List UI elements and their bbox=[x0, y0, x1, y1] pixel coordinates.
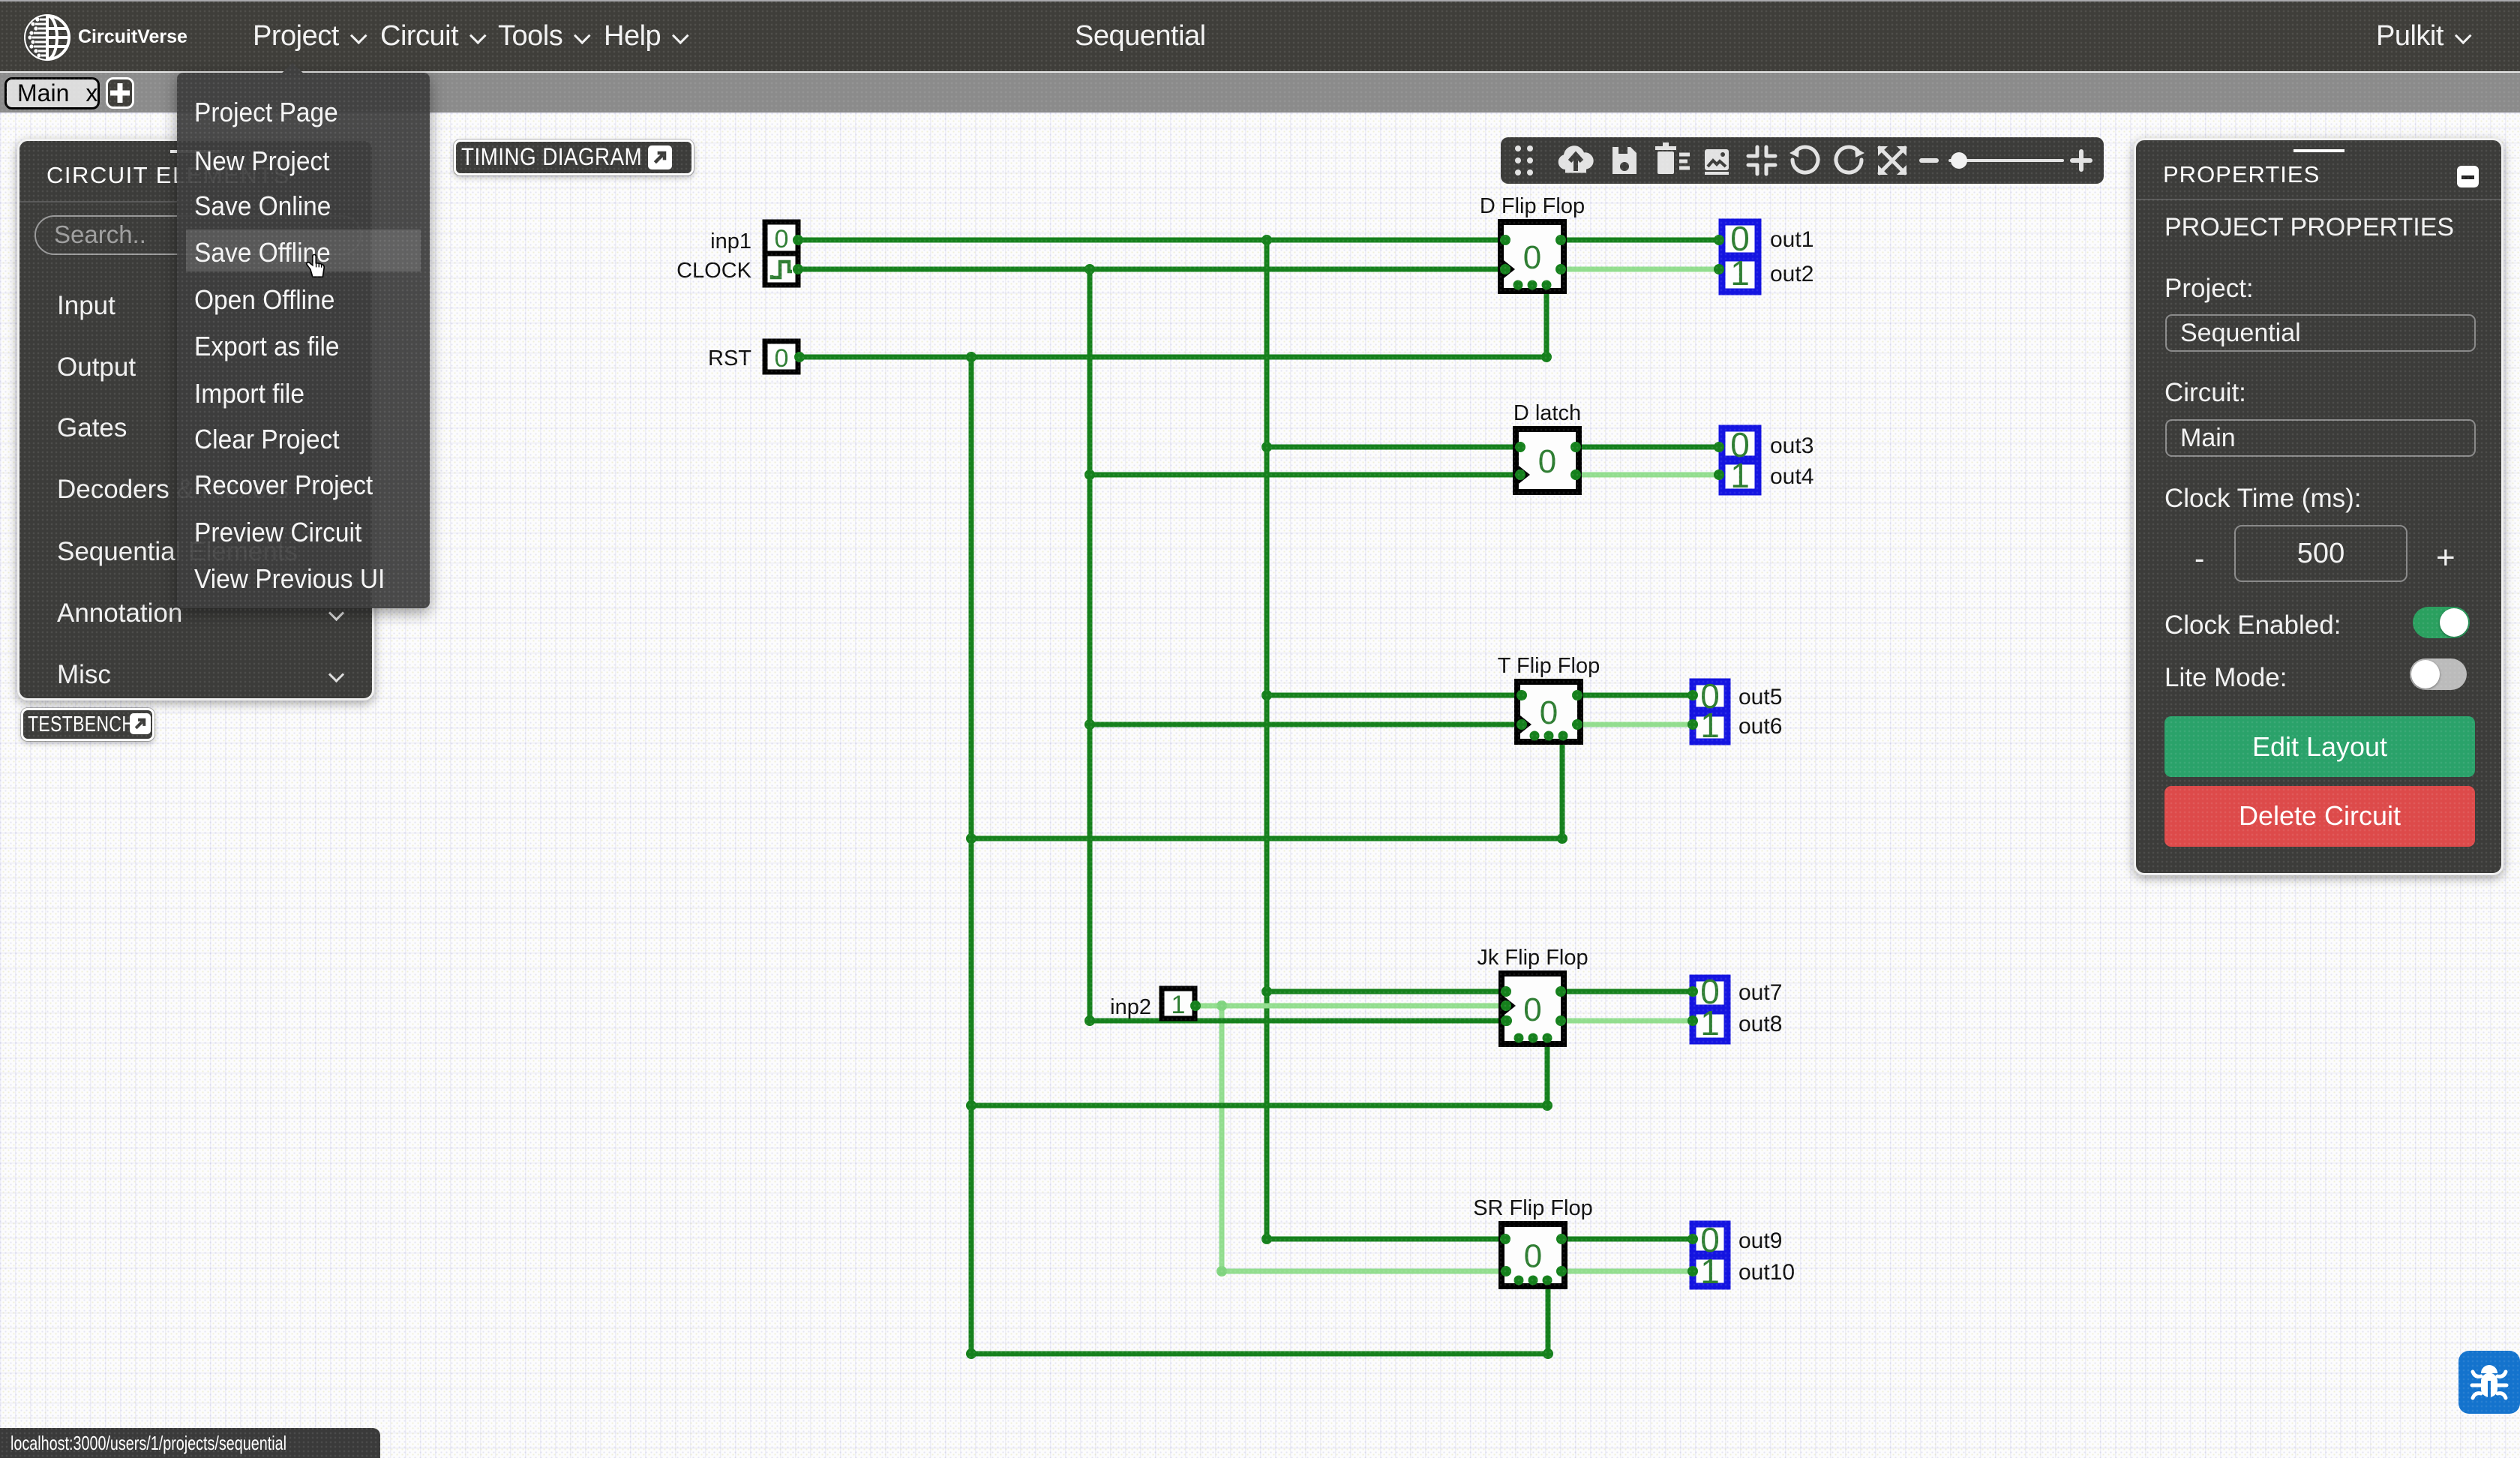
svg-text:0: 0 bbox=[1523, 992, 1541, 1028]
svg-text:out1: out1 bbox=[1770, 227, 1814, 252]
svg-text:1: 1 bbox=[1700, 706, 1720, 745]
svg-text:D Flip Flop: D Flip Flop bbox=[1480, 194, 1585, 218]
svg-text:out5: out5 bbox=[1738, 685, 1782, 710]
svg-text:0: 0 bbox=[1524, 1238, 1542, 1275]
svg-text:out7: out7 bbox=[1738, 980, 1782, 1005]
svg-text:out4: out4 bbox=[1770, 464, 1814, 489]
svg-text:T Flip Flop: T Flip Flop bbox=[1498, 654, 1600, 678]
svg-text:out6: out6 bbox=[1738, 714, 1782, 739]
svg-text:1: 1 bbox=[1730, 254, 1750, 292]
svg-text:out10: out10 bbox=[1738, 1260, 1795, 1285]
svg-text:SR Flip Flop: SR Flip Flop bbox=[1473, 1196, 1593, 1220]
svg-text:inp1: inp1 bbox=[710, 230, 752, 254]
svg-text:Jk Flip Flop: Jk Flip Flop bbox=[1477, 946, 1588, 970]
svg-text:1: 1 bbox=[1172, 991, 1186, 1019]
svg-text:1: 1 bbox=[1700, 1004, 1720, 1042]
svg-text:D latch: D latch bbox=[1514, 401, 1581, 425]
svg-text:0: 0 bbox=[1540, 694, 1558, 731]
svg-text:out9: out9 bbox=[1738, 1228, 1782, 1253]
svg-text:0: 0 bbox=[1523, 239, 1541, 276]
svg-text:0: 0 bbox=[1730, 219, 1750, 258]
svg-text:out8: out8 bbox=[1738, 1012, 1782, 1036]
svg-text:inp2: inp2 bbox=[1110, 995, 1151, 1019]
svg-text:CLOCK: CLOCK bbox=[676, 259, 752, 283]
svg-text:out2: out2 bbox=[1770, 262, 1814, 286]
svg-text:RST: RST bbox=[708, 346, 752, 370]
svg-text:1: 1 bbox=[1730, 456, 1750, 495]
svg-text:out3: out3 bbox=[1770, 434, 1814, 458]
svg-text:0: 0 bbox=[775, 344, 789, 373]
svg-text:1: 1 bbox=[1700, 1252, 1720, 1291]
svg-text:0: 0 bbox=[775, 225, 789, 254]
svg-text:0: 0 bbox=[1538, 443, 1556, 480]
